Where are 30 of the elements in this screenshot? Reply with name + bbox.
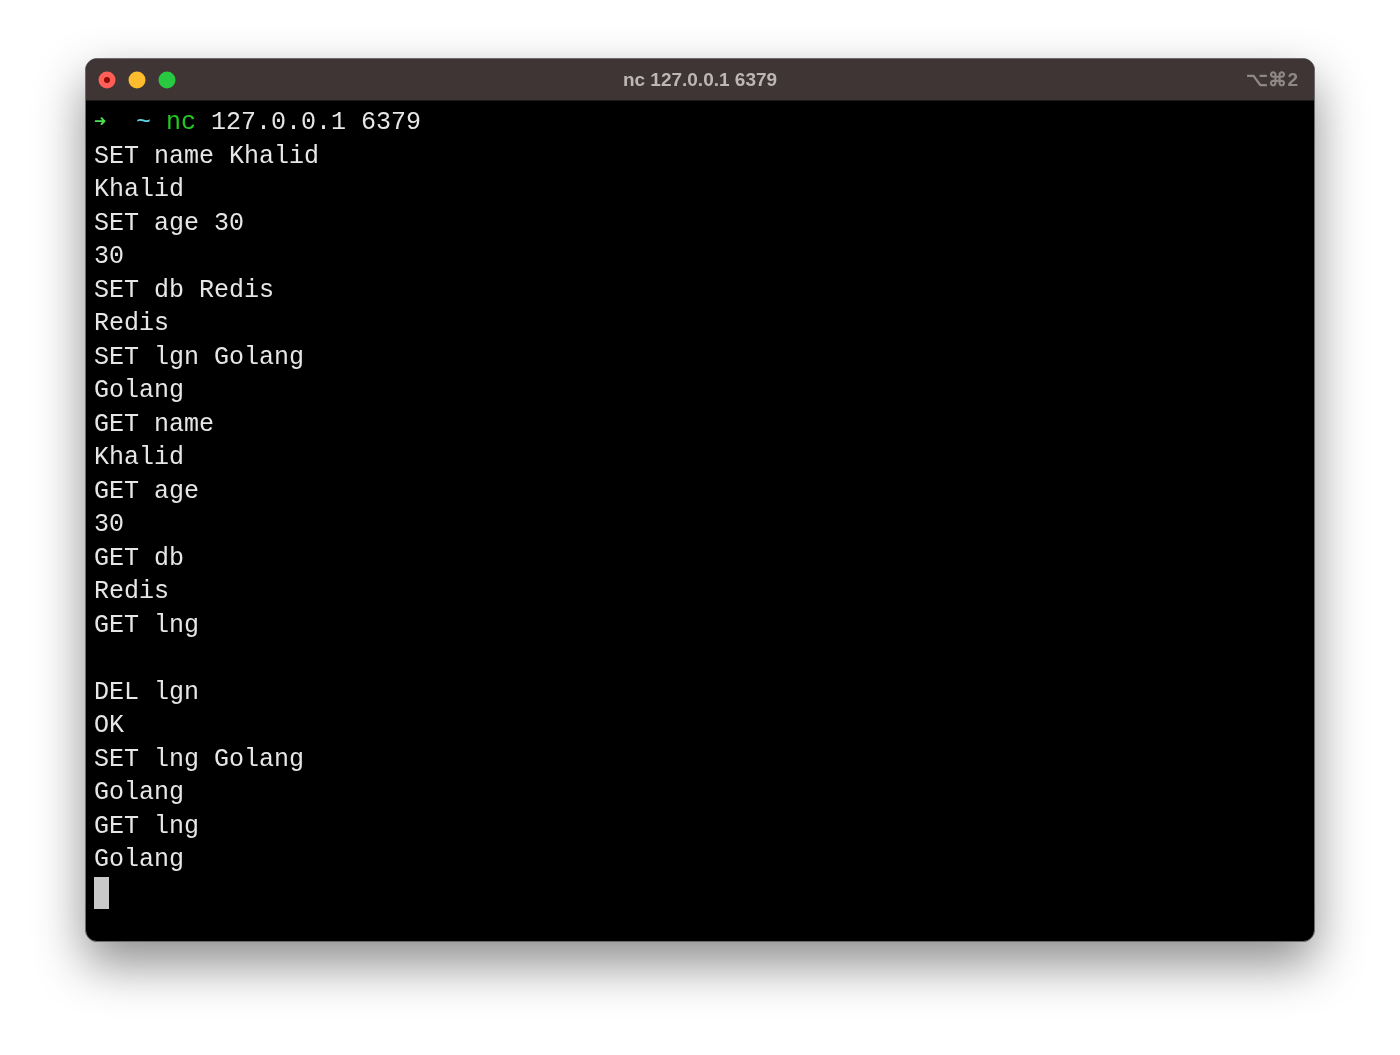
terminal-line: GET db: [94, 542, 184, 575]
terminal-line: Golang: [94, 375, 184, 407]
terminal-line: SET lgn Golang: [94, 341, 305, 374]
terminal-line: Redis: [94, 308, 169, 340]
maximize-icon[interactable]: [158, 70, 176, 89]
terminal-line: OK: [94, 710, 124, 742]
command-name: nc: [166, 107, 197, 139]
window-title: nc 127.0.0.1 6379: [622, 68, 778, 91]
terminal-line: SET lng Golang: [94, 743, 305, 776]
keyboard-shortcut: ⌥⌘2: [1246, 68, 1298, 91]
minimize-icon[interactable]: [128, 70, 146, 89]
terminal-line: 30: [94, 509, 124, 541]
terminal-line: Golang: [94, 844, 184, 876]
close-icon[interactable]: [98, 70, 116, 89]
terminal-line: GET lng: [94, 810, 200, 843]
terminal-line: Khalid: [94, 174, 184, 206]
terminal-line: SET db Redis: [94, 274, 275, 307]
terminal-line: GET lng: [94, 609, 200, 642]
terminal-line: GET name: [94, 408, 215, 441]
prompt-arrow: ➜: [94, 110, 107, 136]
terminal-line: Redis: [94, 576, 169, 608]
terminal-line: 30: [94, 241, 124, 273]
terminal-line: Golang: [94, 777, 184, 809]
command-arguments: 127.0.0.1 6379: [211, 107, 422, 139]
terminal-line: DEL lgn: [94, 676, 200, 709]
terminal-line: GET age: [94, 475, 200, 508]
prompt-directory: ~: [136, 107, 152, 139]
terminal-line: Khalid: [94, 442, 184, 474]
terminal-line: SET age 30: [94, 207, 245, 240]
terminal-line: SET name Khalid: [94, 140, 320, 173]
